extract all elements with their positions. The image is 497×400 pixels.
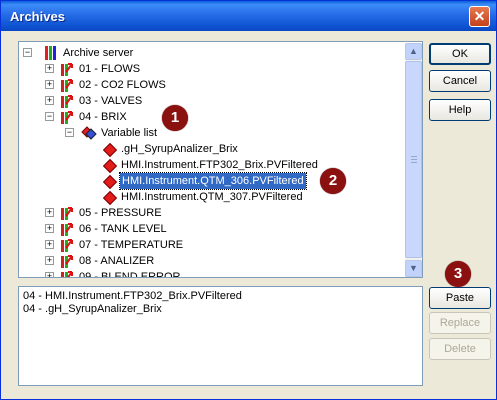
archive-group-icon bbox=[61, 111, 73, 124]
title-bar[interactable]: Archives ✕ bbox=[1, 1, 496, 31]
tree-item-label: 02 - CO2 FLOWS bbox=[79, 79, 166, 91]
tree-variable-label: .gH_SyrupAnalizer_Brix bbox=[121, 143, 238, 155]
variable-list-icon bbox=[81, 126, 97, 140]
expand-icon[interactable]: + bbox=[45, 208, 54, 217]
expand-icon[interactable]: + bbox=[45, 224, 54, 233]
archive-group-icon bbox=[61, 79, 73, 92]
grip-line bbox=[411, 156, 417, 157]
tree-item-label: 05 - PRESSURE bbox=[79, 207, 162, 219]
tree-item-label: 06 - TANK LEVEL bbox=[79, 223, 167, 235]
selected-variables-list[interactable]: 04 - HMI.Instrument.FTP302_Brix.PVFilter… bbox=[18, 286, 423, 386]
archive-group-icon bbox=[61, 223, 73, 236]
step-badge-3: 3 bbox=[445, 261, 471, 287]
list-item[interactable]: 04 - HMI.Instrument.FTP302_Brix.PVFilter… bbox=[23, 290, 242, 302]
tree-item-label: 07 - TEMPERATURE bbox=[79, 239, 184, 251]
cancel-button[interactable]: Cancel bbox=[429, 70, 491, 92]
step-badge-1: 1 bbox=[162, 105, 188, 131]
expand-icon[interactable]: + bbox=[45, 64, 54, 73]
archive-group-icon bbox=[61, 95, 73, 108]
archives-dialog: Archives ✕ − Archive server + 01 - FLOWS… bbox=[0, 0, 497, 400]
variable-diamond-icon bbox=[102, 158, 118, 174]
window-title: Archives bbox=[10, 9, 65, 24]
expand-icon[interactable]: + bbox=[45, 256, 54, 265]
collapse-icon[interactable]: − bbox=[45, 112, 54, 121]
ok-button[interactable]: OK bbox=[429, 43, 491, 65]
tree-variable-label: HMI.Instrument.QTM_307.PVFiltered bbox=[121, 191, 303, 203]
grip-line bbox=[411, 162, 417, 163]
scroll-thumb[interactable] bbox=[405, 61, 422, 258]
archive-group-icon bbox=[61, 63, 73, 76]
close-button[interactable]: ✕ bbox=[469, 6, 490, 27]
paste-button[interactable]: Paste bbox=[429, 287, 491, 309]
expand-icon[interactable]: + bbox=[45, 272, 54, 277]
archive-group-icon bbox=[61, 207, 73, 220]
collapse-icon[interactable]: − bbox=[65, 128, 74, 137]
scroll-down-icon[interactable]: ▼ bbox=[405, 260, 422, 277]
replace-button[interactable]: Replace bbox=[429, 312, 491, 334]
tree-item-label: 01 - FLOWS bbox=[79, 63, 141, 75]
grip-line bbox=[411, 159, 417, 160]
archive-group-icon bbox=[61, 255, 73, 268]
variable-diamond-icon bbox=[102, 174, 118, 190]
archive-group-icon bbox=[61, 239, 73, 252]
expand-icon[interactable]: + bbox=[45, 96, 54, 105]
variable-diamond-icon bbox=[102, 190, 118, 206]
tree-vertical-scrollbar[interactable]: ▲ ▼ bbox=[405, 43, 422, 277]
tree-item-label: 04 - BRIX bbox=[79, 111, 127, 123]
list-item[interactable]: 04 - .gH_SyrupAnalizer_Brix bbox=[23, 303, 162, 315]
tree-item-label: 03 - VALVES bbox=[79, 95, 143, 107]
archive-tree[interactable]: − Archive server + 01 - FLOWS + 02 - CO2… bbox=[18, 41, 423, 278]
delete-button[interactable]: Delete bbox=[429, 338, 491, 360]
tree-variable-label: HMI.Instrument.QTM_306.PVFiltered bbox=[119, 172, 307, 190]
expand-icon[interactable]: + bbox=[45, 80, 54, 89]
tree-item-label: Variable list bbox=[101, 127, 158, 139]
tree-root-label: Archive server bbox=[63, 47, 134, 59]
variable-diamond-icon bbox=[102, 142, 118, 158]
tree-variable-label: HMI.Instrument.FTP302_Brix.PVFiltered bbox=[121, 159, 318, 171]
step-badge-2: 2 bbox=[320, 168, 346, 194]
archive-server-icon bbox=[45, 46, 56, 60]
archive-group-icon bbox=[61, 271, 73, 277]
expand-icon[interactable]: + bbox=[45, 240, 54, 249]
scroll-up-icon[interactable]: ▲ bbox=[405, 43, 422, 60]
tree-item-label: 08 - ANALIZER bbox=[79, 255, 155, 267]
help-button[interactable]: Help bbox=[429, 99, 491, 121]
tree-item-label: 09 - BLEND ERROR bbox=[79, 271, 181, 278]
collapse-icon[interactable]: − bbox=[23, 48, 32, 57]
